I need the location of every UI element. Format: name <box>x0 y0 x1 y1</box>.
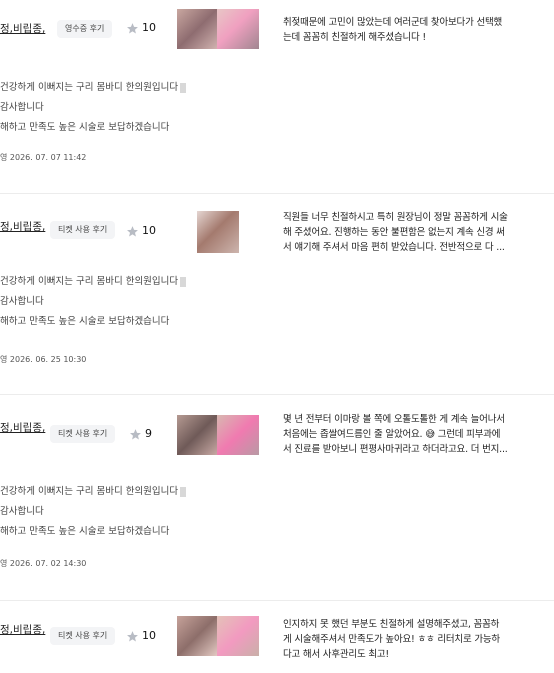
review-text-line: 직원들 너무 친절하시고 특히 원장님이 정말 꼼꼼하게 시술 <box>283 212 508 223</box>
review-card: 정,비립종, 티켓 사용 후기 9 몇 년 전부터 이마랑 볼 쪽에 오톨도톨한… <box>0 395 554 600</box>
review-photo[interactable] <box>197 211 239 253</box>
owner-reply: 건강하게 이뻐지는 구리 몸바디 한의원입니다 감사합니다 해하고 만족도 높은… <box>0 78 187 138</box>
owner-reply-line: 해하고 만족도 높은 시술로 보답하겠습니다 <box>0 526 170 537</box>
blurred-text <box>180 276 187 287</box>
star-icon <box>127 631 138 642</box>
review-source-badge: 티켓 사용 후기 <box>50 221 116 239</box>
review-text-line: 서 진료를 받아보니 편평사마귀라고 하더라고요. 더 번지... <box>283 444 508 455</box>
review-text-line: 몇 년 전부터 이마랑 볼 쪽에 오톨도톨한 게 계속 늘어나서 <box>283 414 505 425</box>
review-source-badge: 티켓 사용 후기 <box>50 425 116 443</box>
reply-timestamp: 영 2026. 07. 02 14:30 <box>0 559 87 568</box>
review-text[interactable]: 몇 년 전부터 이마랑 볼 쪽에 오톨도톨한 게 계속 늘어나서 처음에는 좁쌀… <box>283 412 523 457</box>
review-photo[interactable] <box>177 616 259 656</box>
review-title[interactable]: 정,비립종, <box>0 21 45 36</box>
review-card: 정,비립종, 티켓 사용 후기 10 인지하지 못 했던 부분도 친절하게 설명… <box>0 601 554 673</box>
review-text-line: 서 얘기해 주셔서 마음 편히 받았습니다. 전반적으로 다 ... <box>283 242 505 253</box>
review-text-line: 처음에는 좁쌀여드름인 줄 알았어요. 😅 그런데 피부과에 <box>283 429 501 440</box>
owner-reply-line: 건강하게 이뻐지는 구리 몸바디 한의원입니다 <box>0 482 187 502</box>
review-card: 정,비립종, 티켓 사용 후기 10 직원들 너무 친절하시고 특히 원장님이 … <box>0 194 554 394</box>
blurred-text <box>180 82 187 93</box>
owner-reply: 건강하게 이뻐지는 구리 몸바디 한의원입니다 감사합니다 해하고 만족도 높은… <box>0 482 187 542</box>
review-source-badge: 영수증 후기 <box>57 20 113 38</box>
reply-timestamp: 영 2026. 06. 25 10:30 <box>0 355 87 364</box>
star-icon <box>130 429 141 440</box>
review-text-line: 다고 해서 사후관리도 최고! <box>283 649 390 660</box>
review-photo[interactable] <box>177 415 259 455</box>
review-text-line: 취젖때문에 고민이 많았는데 여러군데 찾아보다가 선택했 <box>283 17 503 28</box>
owner-reply-line: 건강하게 이뻐지는 구리 몸바디 한의원입니다 <box>0 272 187 292</box>
owner-reply-line: 감사합니다 <box>0 296 44 307</box>
reply-timestamp: 영 2026. 07. 07 11:42 <box>0 153 87 162</box>
owner-reply-line: 해하고 만족도 높은 시술로 보답하겠습니다 <box>0 316 170 327</box>
owner-reply-line: 감사합니다 <box>0 102 44 113</box>
rating-score: 10 <box>142 21 156 34</box>
review-text-line: 해 주셨어요. 진행하는 동안 불편함은 없는지 계속 신경 써 <box>283 227 505 238</box>
owner-reply-line: 해하고 만족도 높은 시술로 보답하겠습니다 <box>0 122 170 133</box>
review-text-line: 게 시술해주셔서 만족도가 높아요! ㅎㅎ 리터치로 가능하 <box>283 634 500 645</box>
review-text-line: 는데 꼼꼼히 친절하게 해주셨습니다 ! <box>283 32 426 43</box>
review-text-line: 인지하지 못 했던 부분도 친절하게 설명해주셨고, 꼼꼼하 <box>283 619 500 630</box>
review-text[interactable]: 취젖때문에 고민이 많았는데 여러군데 찾아보다가 선택했 는데 꼼꼼히 친절하… <box>283 15 523 45</box>
review-source-badge: 티켓 사용 후기 <box>50 627 116 645</box>
star-icon <box>127 226 138 237</box>
review-title[interactable]: 정,비립종, <box>0 622 45 637</box>
review-title[interactable]: 정,비립종, <box>0 420 45 435</box>
star-icon <box>127 23 138 34</box>
owner-reply: 건강하게 이뻐지는 구리 몸바디 한의원입니다 감사합니다 해하고 만족도 높은… <box>0 272 187 332</box>
review-photo[interactable] <box>177 9 259 49</box>
review-text[interactable]: 직원들 너무 친절하시고 특히 원장님이 정말 꼼꼼하게 시술 해 주셨어요. … <box>283 210 523 255</box>
rating-score: 10 <box>142 224 156 237</box>
owner-reply-line: 건강하게 이뻐지는 구리 몸바디 한의원입니다 <box>0 78 187 98</box>
rating-score: 10 <box>142 629 156 642</box>
review-title[interactable]: 정,비립종, <box>0 219 45 234</box>
review-card: 정,비립종, 영수증 후기 10 취젖때문에 고민이 많았는데 여러군데 찾아보… <box>0 0 554 193</box>
rating-score: 9 <box>145 427 152 440</box>
owner-reply-line: 감사합니다 <box>0 506 44 517</box>
blurred-text <box>180 486 187 497</box>
review-text[interactable]: 인지하지 못 했던 부분도 친절하게 설명해주셨고, 꼼꼼하 게 시술해주셔서 … <box>283 617 523 662</box>
